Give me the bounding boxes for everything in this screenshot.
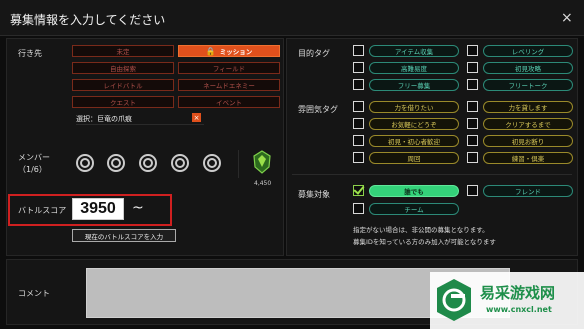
- purpose-tag-hard-mode[interactable]: 高難易度: [369, 62, 459, 74]
- recruit-target-checkbox-friend[interactable]: [467, 185, 478, 196]
- member-slot-1[interactable]: [76, 154, 94, 172]
- mood-tag-want-help[interactable]: 力を借りたい: [369, 101, 459, 113]
- mood-checkbox-5[interactable]: [467, 135, 478, 146]
- selected-destination: 選択：巨竜の爪痕: [76, 115, 132, 123]
- recruit-target-team[interactable]: チーム: [369, 203, 459, 215]
- mood-checkbox-4[interactable]: [353, 135, 364, 146]
- score-emblem-icon: [252, 150, 272, 174]
- member-slot-4[interactable]: [171, 154, 189, 172]
- purpose-tag-first-clear[interactable]: 初見攻略: [483, 62, 573, 74]
- purpose-tags-label: 目的タグ: [298, 49, 330, 58]
- recruit-target-anyone[interactable]: 誰でも: [369, 185, 459, 197]
- mood-tag-casual[interactable]: お気軽にどうぞ: [369, 118, 459, 130]
- battle-score-input[interactable]: 3950: [72, 198, 124, 220]
- mood-tag-beginners-welcome[interactable]: 初見・初心者歓迎: [369, 135, 459, 147]
- mood-tag-practice[interactable]: 練習・倶楽: [483, 152, 573, 164]
- purpose-tag-leveling[interactable]: レベリング: [483, 45, 573, 57]
- recruit-target-label: 募集対象: [298, 190, 330, 199]
- destination-underline: [76, 124, 204, 125]
- destination-option-mission[interactable]: 🔒 ミッション: [178, 45, 280, 57]
- dialog-title: 募集情報を入力してください: [10, 13, 166, 27]
- destination-option-event[interactable]: イベント: [178, 96, 280, 108]
- destination-option-free-explore[interactable]: 自由探索: [72, 62, 174, 74]
- lock-icon: 🔒: [205, 46, 216, 56]
- mood-tag-until-clear[interactable]: クリアするまで: [483, 118, 573, 130]
- members-divider: [238, 150, 239, 178]
- comment-label: コメント: [18, 289, 50, 298]
- mood-tag-farming[interactable]: 周回: [369, 152, 459, 164]
- destination-option-field[interactable]: フィールド: [178, 62, 280, 74]
- purpose-tag-item-collect[interactable]: アイテム収集: [369, 45, 459, 57]
- members-label: メンバー: [18, 153, 50, 162]
- purpose-checkbox-4[interactable]: [353, 79, 364, 90]
- watermark-text: 易采游戏网: [480, 284, 556, 302]
- clear-destination-icon[interactable]: ×: [192, 113, 201, 122]
- right-panel-divider: [292, 174, 572, 175]
- purpose-tag-free-talk[interactable]: フリートーク: [483, 79, 573, 91]
- mood-checkbox-2[interactable]: [353, 118, 364, 129]
- destination-option-raid[interactable]: レイドバトル: [72, 79, 174, 91]
- purpose-checkbox-1[interactable]: [467, 45, 478, 56]
- mood-checkbox-6[interactable]: [353, 152, 364, 163]
- recruit-note-2: 募集IDを知っている方のみ加入が可能となります: [353, 238, 496, 246]
- recruit-target-friend[interactable]: フレンド: [483, 185, 573, 197]
- purpose-checkbox-2[interactable]: [353, 62, 364, 73]
- battle-score-label: バトルスコア: [18, 206, 67, 215]
- mood-checkbox-1[interactable]: [467, 101, 478, 112]
- recruit-note-1: 指定がない場合は、非公開の募集となります。: [353, 226, 489, 234]
- destination-option-quest[interactable]: クエスト: [72, 96, 174, 108]
- mood-tag-no-first-timers[interactable]: 初見お断り: [483, 135, 573, 147]
- close-icon[interactable]: ×: [561, 10, 573, 26]
- mood-checkbox-0[interactable]: [353, 101, 364, 112]
- recruit-target-checkbox-team[interactable]: [353, 203, 364, 214]
- mood-checkbox-7[interactable]: [467, 152, 478, 163]
- member-score-value: 4,450: [254, 180, 272, 187]
- purpose-checkbox-0[interactable]: [353, 45, 364, 56]
- watermark-url: www.cnxcl.net: [486, 305, 552, 314]
- mood-tags-label: 雰囲気タグ: [298, 105, 338, 114]
- destination-option-named-enemy[interactable]: ネームドエネミー: [178, 79, 280, 91]
- member-slot-5[interactable]: [203, 154, 221, 172]
- watermark-logo-icon: [434, 277, 474, 323]
- mood-checkbox-3[interactable]: [467, 118, 478, 129]
- destination-label: 行き先: [18, 49, 42, 58]
- mood-tag-will-help[interactable]: 力を貸します: [483, 101, 573, 113]
- purpose-checkbox-3[interactable]: [467, 62, 478, 73]
- member-slot-3[interactable]: [139, 154, 157, 172]
- input-current-score-button[interactable]: 現在のバトルスコアを入力: [72, 229, 176, 242]
- purpose-checkbox-5[interactable]: [467, 79, 478, 90]
- battle-score-value: 3950: [80, 200, 116, 217]
- purpose-tag-free-recruit[interactable]: フリー募集: [369, 79, 459, 91]
- recruit-target-checkbox-anyone[interactable]: [353, 185, 364, 196]
- members-count: （1/6）: [18, 165, 47, 174]
- battle-score-suffix: ~: [132, 200, 144, 216]
- member-slot-2[interactable]: [107, 154, 125, 172]
- destination-option-undecided[interactable]: 未定: [72, 45, 174, 57]
